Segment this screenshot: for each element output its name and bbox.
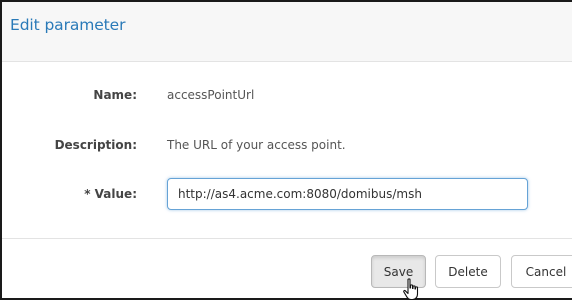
- name-value: accessPointUrl: [167, 88, 255, 102]
- description-label: Description:: [54, 138, 137, 152]
- hand-pointer-icon: [403, 278, 419, 301]
- value-input[interactable]: [167, 178, 528, 210]
- value-label: * Value:: [84, 187, 137, 201]
- edit-parameter-dialog: Edit parameter Name: accessPointUrl Desc…: [0, 0, 572, 301]
- description-value: The URL of your access point.: [167, 138, 346, 152]
- dialog-title: Edit parameter: [10, 16, 126, 34]
- name-label: Name:: [93, 88, 137, 102]
- cancel-button[interactable]: Cancel: [511, 255, 572, 288]
- delete-button[interactable]: Delete: [435, 255, 501, 288]
- footer-divider: [2, 238, 572, 239]
- dialog-header: Edit parameter: [2, 2, 572, 62]
